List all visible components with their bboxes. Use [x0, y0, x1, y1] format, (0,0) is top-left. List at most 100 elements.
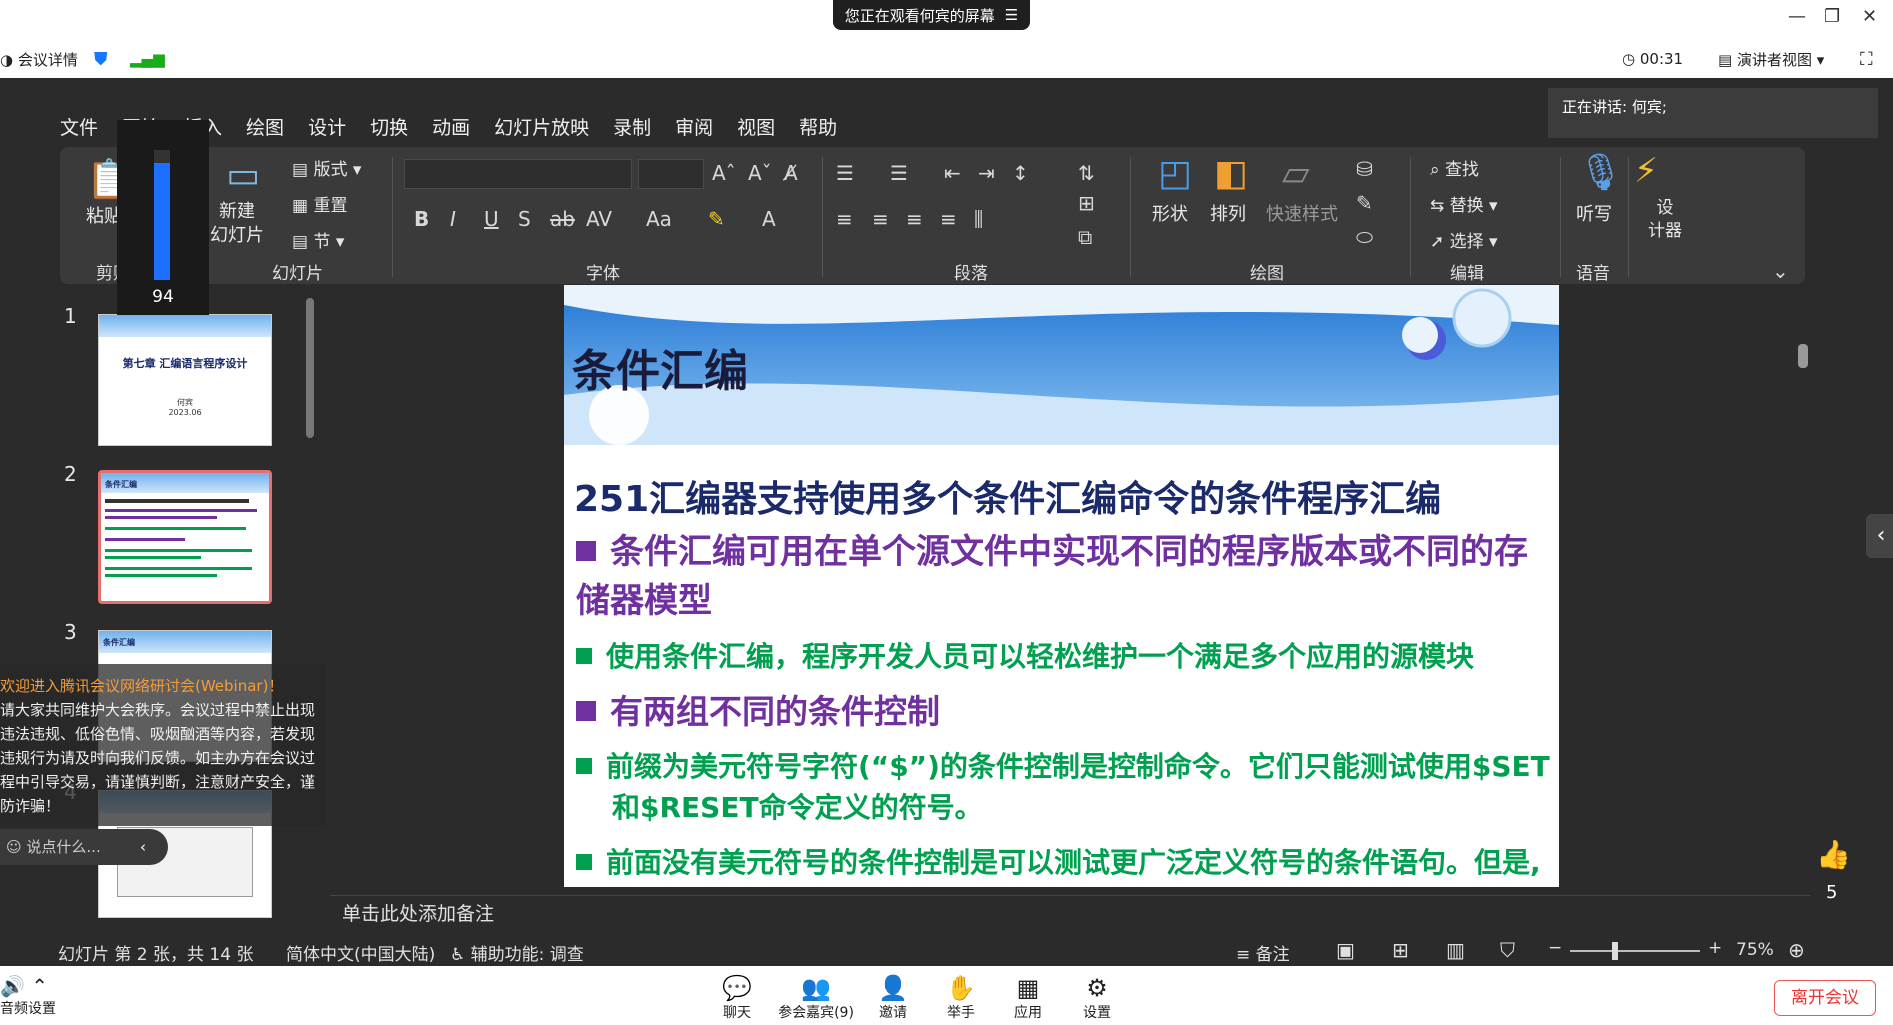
cursor-icon: ➚: [1430, 232, 1450, 252]
shapes-button[interactable]: 形状: [1152, 203, 1188, 227]
menu-animations[interactable]: 动画: [432, 113, 470, 140]
change-case-icon[interactable]: Aa: [646, 207, 672, 231]
align-center-icon[interactable]: ≡: [872, 207, 889, 231]
find-button[interactable]: ⌕ 查找: [1430, 155, 1479, 180]
font-name-select[interactable]: [404, 159, 632, 189]
highlight-icon[interactable]: ✎: [708, 207, 725, 231]
quick-styles-icon[interactable]: ▱: [1282, 153, 1310, 194]
smartart-icon[interactable]: ⧉: [1078, 225, 1092, 249]
security-shield-icon[interactable]: ⛊: [94, 49, 108, 70]
slideshow-icon[interactable]: ⛉: [1500, 938, 1515, 962]
chat-input[interactable]: ☺ 说点什么... ‹: [0, 829, 168, 865]
justify-icon[interactable]: ≡: [940, 207, 957, 231]
current-slide[interactable]: 条件汇编 251汇编器支持使用多个条件汇编命令的条件程序汇编 条件汇编可用在单个…: [564, 285, 1559, 887]
font-color-icon[interactable]: A: [762, 207, 776, 231]
clear-format-icon[interactable]: A̸: [784, 161, 798, 185]
audio-settings-button[interactable]: 🔊 ⌃ 音频设置: [0, 974, 56, 1018]
microphone-icon[interactable]: 🎙: [1578, 151, 1624, 193]
replace-button[interactable]: ⇆ 替换 ▾: [1430, 191, 1498, 216]
align-right-icon[interactable]: ≡: [906, 207, 923, 231]
language-indicator[interactable]: 简体中文(中国大陆): [286, 940, 435, 965]
notes-pane[interactable]: 单击此处添加备注: [330, 895, 1810, 931]
screen-share-badge[interactable]: 您正在观看何宾的屏幕 ☰: [833, 0, 1030, 30]
new-slide-button[interactable]: 新建 幻灯片: [210, 200, 264, 249]
decrease-font-icon[interactable]: Aˇ: [748, 161, 772, 185]
slide-sorter-icon[interactable]: ⊞: [1392, 938, 1409, 962]
zoom-level[interactable]: 75%: [1736, 940, 1774, 960]
zoom-out-icon[interactable]: −: [1548, 938, 1562, 958]
underline-icon[interactable]: U: [484, 207, 499, 231]
toolbar-settings[interactable]: ⚙ 设置: [1052, 974, 1142, 1022]
shadow-icon[interactable]: S: [518, 207, 531, 231]
line-spacing-icon[interactable]: ↕: [1012, 161, 1029, 185]
presenter-view-button[interactable]: ▤ 演讲者视图 ▾: [1718, 49, 1824, 70]
font-size-select[interactable]: [638, 159, 704, 189]
columns-icon[interactable]: ⫼: [974, 207, 983, 231]
zoom-in-icon[interactable]: +: [1708, 938, 1722, 958]
slide-thumbnail-2[interactable]: 条件汇编: [98, 470, 272, 604]
chevron-down-icon[interactable]: ⌄: [1772, 259, 1789, 283]
layout-icon: ▤: [292, 160, 314, 180]
emoji-icon: ☺: [6, 838, 27, 856]
align-text-icon[interactable]: ⊞: [1078, 191, 1095, 215]
decrease-indent-icon[interactable]: ⇤: [944, 161, 961, 185]
italic-icon[interactable]: I: [450, 207, 456, 231]
fullscreen-icon[interactable]: ⛶: [1860, 49, 1873, 70]
designer-button[interactable]: 设 计器: [1648, 197, 1682, 243]
menu-help[interactable]: 帮助: [799, 113, 837, 140]
bold-icon[interactable]: B: [414, 207, 429, 231]
toolbar-chat[interactable]: 💬 聊天: [692, 974, 782, 1022]
slide-scrollbar[interactable]: [1798, 290, 1810, 850]
arrange-button[interactable]: 排列: [1210, 203, 1246, 227]
arrange-icon[interactable]: ◧: [1214, 153, 1248, 194]
meeting-details-link[interactable]: ◑ 会议详情: [0, 49, 78, 70]
layout-button[interactable]: ▤ 版式 ▾: [292, 155, 361, 180]
menu-record[interactable]: 录制: [613, 113, 651, 140]
signal-icon[interactable]: ▂▄▆: [130, 50, 165, 68]
reset-button[interactable]: ▦ 重置: [292, 191, 347, 216]
slide-thumbnail-1[interactable]: 第七章 汇编语言程序设计 何宾 2023.06: [98, 314, 272, 446]
designer-icon[interactable]: ⚡: [1634, 151, 1658, 191]
shape-outline-icon[interactable]: ✎: [1356, 191, 1373, 215]
thumbnail-scrollbar[interactable]: [306, 298, 314, 438]
menu-transitions[interactable]: 切换: [370, 113, 408, 140]
menu-draw[interactable]: 绘图: [246, 113, 284, 140]
increase-indent-icon[interactable]: ⇥: [978, 161, 995, 185]
dictate-button[interactable]: 听写: [1576, 203, 1612, 227]
minimize-icon[interactable]: —: [1788, 6, 1806, 27]
menu-design[interactable]: 设计: [308, 113, 346, 140]
shape-effects-icon[interactable]: ⬭: [1356, 225, 1373, 249]
quick-styles-button[interactable]: 快速样式: [1266, 203, 1338, 227]
zoom-slider-thumb[interactable]: [1612, 942, 1618, 960]
bullet-item: 有两组不同的条件控制: [576, 688, 1551, 736]
menu-file[interactable]: 文件: [60, 113, 98, 140]
new-slide-icon[interactable]: ▭: [226, 155, 260, 196]
text-direction-icon[interactable]: ⇅: [1078, 161, 1095, 185]
menu-slideshow[interactable]: 幻灯片放映: [494, 113, 589, 140]
char-spacing-icon[interactable]: AV: [586, 207, 612, 231]
chevron-left-icon[interactable]: ‹: [140, 829, 146, 865]
close-icon[interactable]: ✕: [1862, 6, 1877, 27]
bullet-item: 前面没有美元符号的条件控制是可以测试更广泛定义符号的条件语句。但是,: [576, 843, 1551, 884]
align-left-icon[interactable]: ≡: [836, 207, 853, 231]
notes-toggle[interactable]: ≡ 备注: [1236, 940, 1290, 965]
fit-to-window-icon[interactable]: ⊕: [1788, 938, 1805, 962]
shapes-icon[interactable]: ◰: [1158, 153, 1192, 194]
normal-view-icon[interactable]: ▣: [1336, 938, 1355, 962]
strikethrough-icon[interactable]: ab: [550, 207, 575, 231]
accessibility-button[interactable]: ♿ 辅助功能: 调查: [450, 940, 584, 965]
select-button[interactable]: ➚ 选择 ▾: [1430, 227, 1498, 252]
bullets-icon[interactable]: ☰: [836, 161, 854, 185]
thumbs-up-icon[interactable]: 👍: [1816, 838, 1851, 871]
menu-review[interactable]: 审阅: [675, 113, 713, 140]
leave-meeting-button[interactable]: 离开会议: [1774, 980, 1876, 1016]
menu-view[interactable]: 视图: [737, 113, 775, 140]
shape-fill-icon[interactable]: ⛁: [1356, 157, 1373, 181]
zoom-slider[interactable]: [1570, 950, 1700, 952]
numbering-icon[interactable]: ☰: [890, 161, 908, 185]
increase-font-icon[interactable]: Aˆ: [712, 161, 736, 185]
restore-icon[interactable]: ❐: [1824, 6, 1840, 27]
section-button[interactable]: ▤ 节 ▾: [292, 227, 344, 252]
reading-view-icon[interactable]: ▥: [1446, 938, 1465, 962]
side-panel-toggle[interactable]: ‹: [1866, 514, 1893, 558]
